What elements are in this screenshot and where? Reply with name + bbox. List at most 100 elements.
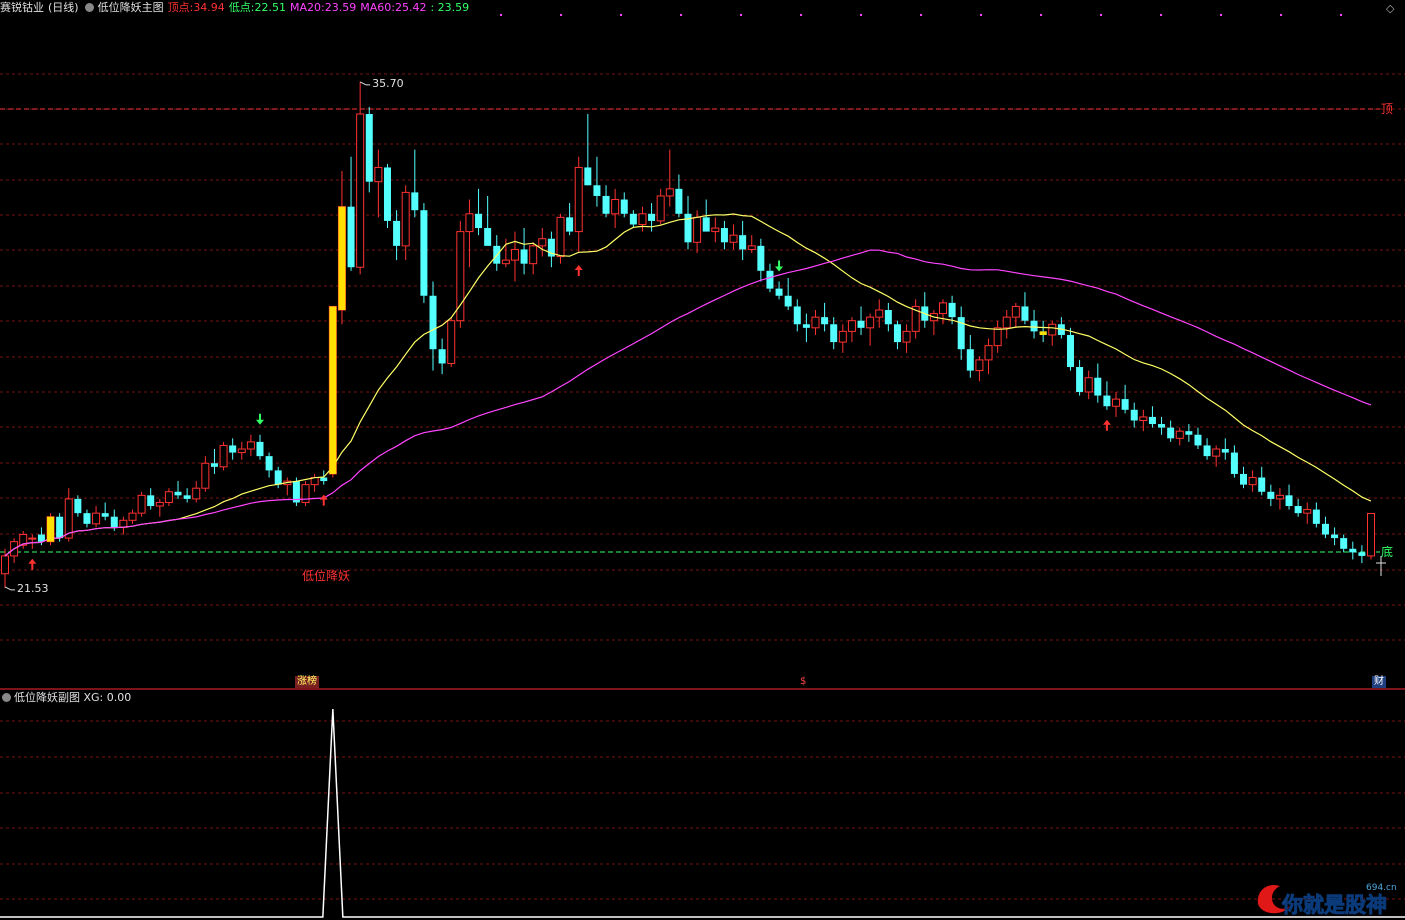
range-dot <box>800 14 802 16</box>
candle-body-up <box>811 316 820 329</box>
candle-body-down <box>893 324 901 343</box>
event-tag-cai[interactable]: 财 <box>1372 676 1386 688</box>
range-dot <box>1040 14 1042 16</box>
kline-chart[interactable]: 顶底 35.70 21.53 低位降妖 ◇ <box>0 0 1405 920</box>
candle-body-down <box>347 206 355 268</box>
buy-arrow-icon <box>574 264 583 276</box>
candle-body-down <box>757 245 765 271</box>
candle-body-down <box>1203 445 1211 457</box>
candle-body-up <box>711 227 720 233</box>
candle-body-up <box>866 316 875 329</box>
stock-name: 赛锐钴业 <box>0 1 44 14</box>
candle-body-down <box>229 445 237 453</box>
candle-body-down <box>365 113 373 182</box>
candle-body-up <box>1175 430 1184 439</box>
candle-body-up <box>838 330 847 343</box>
candle-body-down <box>739 235 747 250</box>
candle-body-up <box>401 191 410 247</box>
candle-body-down <box>1148 416 1156 425</box>
event-tag-zhangting[interactable]: 涨榜 <box>295 676 319 688</box>
candle-body-down <box>1331 534 1339 539</box>
candle-body-down <box>1230 452 1238 474</box>
candle-body-down <box>830 324 838 343</box>
top-line-label: 顶 <box>1381 102 1393 116</box>
candle-body-up <box>246 441 255 450</box>
candle-body-down <box>1158 424 1166 428</box>
candle-body-down <box>884 310 892 325</box>
ma20-value: 23.59 <box>324 1 357 14</box>
candle-body-down <box>775 288 783 296</box>
candle-body-down <box>1221 449 1229 453</box>
candle-body-down <box>83 513 91 524</box>
candle-body-down <box>966 349 974 371</box>
main-indicator-header: 赛锐钴业 (日线) 低位降妖主图 顶点:34.94 低点:22.51 MA20:23.59… <box>0 0 473 16</box>
candle-body-up <box>1275 494 1284 500</box>
candle-body-up <box>1084 377 1093 393</box>
top-value: 34.94 <box>193 1 225 14</box>
candle-body-down <box>183 495 191 499</box>
candle-body-up <box>219 444 228 468</box>
candle-body-down <box>1121 399 1129 410</box>
candle-body-down <box>520 249 528 264</box>
candle-body-up <box>1248 477 1257 486</box>
candle-body-up <box>656 195 665 222</box>
candle-body-down <box>484 228 492 246</box>
watermark: 你就是股神 694.cn <box>1254 878 1399 917</box>
candle-body-up <box>192 487 201 500</box>
candle-body-down <box>784 295 792 307</box>
range-dot <box>1280 14 1282 16</box>
candle-body-down <box>593 185 601 196</box>
indicator-toggle-icon[interactable] <box>84 3 94 12</box>
candle-body-down <box>320 477 328 482</box>
candle-body-up <box>510 248 519 261</box>
ma20-label: MA20: <box>290 1 325 14</box>
low-price-label: 21.53 <box>17 582 49 595</box>
candle-body-down <box>620 199 628 214</box>
sub-indicator-name: 低位降妖副图 <box>14 691 80 704</box>
candle-body-down <box>1021 306 1029 321</box>
candle-body-up <box>938 302 947 315</box>
candle-body-up <box>665 188 674 197</box>
candle-body-up <box>556 216 565 258</box>
xg-signal-line <box>0 708 1405 918</box>
candle-body-up <box>456 231 465 322</box>
ma60-label: MA60: <box>360 1 395 14</box>
candle-body-down <box>1321 523 1329 535</box>
candle-body-down <box>1267 491 1275 499</box>
candle-body-up <box>747 245 756 250</box>
candle-body-up <box>538 238 547 247</box>
candle-body-up <box>993 327 1002 347</box>
candle-body-up <box>875 309 884 318</box>
candle-body-down <box>1240 473 1248 485</box>
sub-indicator-toggle-icon[interactable] <box>2 693 11 702</box>
candle-body-down <box>1167 427 1175 439</box>
sub-indicator-header: 低位降妖副图 XG: 0.00 <box>0 690 131 706</box>
candle-body-up <box>1011 305 1020 318</box>
candle-body-up <box>1 555 9 575</box>
event-tag-dollar[interactable]: $ <box>798 676 808 688</box>
last-value: : 23.59 <box>430 1 470 14</box>
range-dot <box>920 14 922 16</box>
candle-body-down <box>411 192 419 211</box>
candle-body-down <box>821 317 829 325</box>
candle-body-down <box>857 320 865 328</box>
candle-body-up <box>693 216 702 243</box>
signal-bar <box>329 306 337 474</box>
candle-body-up <box>92 512 101 525</box>
xg-label: XG: <box>83 691 104 704</box>
candle-body-down <box>110 516 118 528</box>
candle-body-down <box>274 470 282 485</box>
high-marker-line <box>359 81 371 86</box>
candle-body-up <box>201 462 210 489</box>
watermark-domain: 694.cn <box>1366 883 1397 893</box>
candle-body-down <box>438 349 446 364</box>
candle-body-up <box>902 330 911 343</box>
candle-body-up <box>729 234 738 243</box>
candle-body-down <box>1285 495 1293 507</box>
signal-text: 低位降妖 <box>302 568 350 583</box>
candle-body-up <box>1139 416 1148 421</box>
candle-body-up <box>984 345 993 361</box>
candle-body-up <box>1303 509 1312 514</box>
candle-body-up <box>1212 448 1221 457</box>
top-label: 顶点: <box>167 1 194 14</box>
